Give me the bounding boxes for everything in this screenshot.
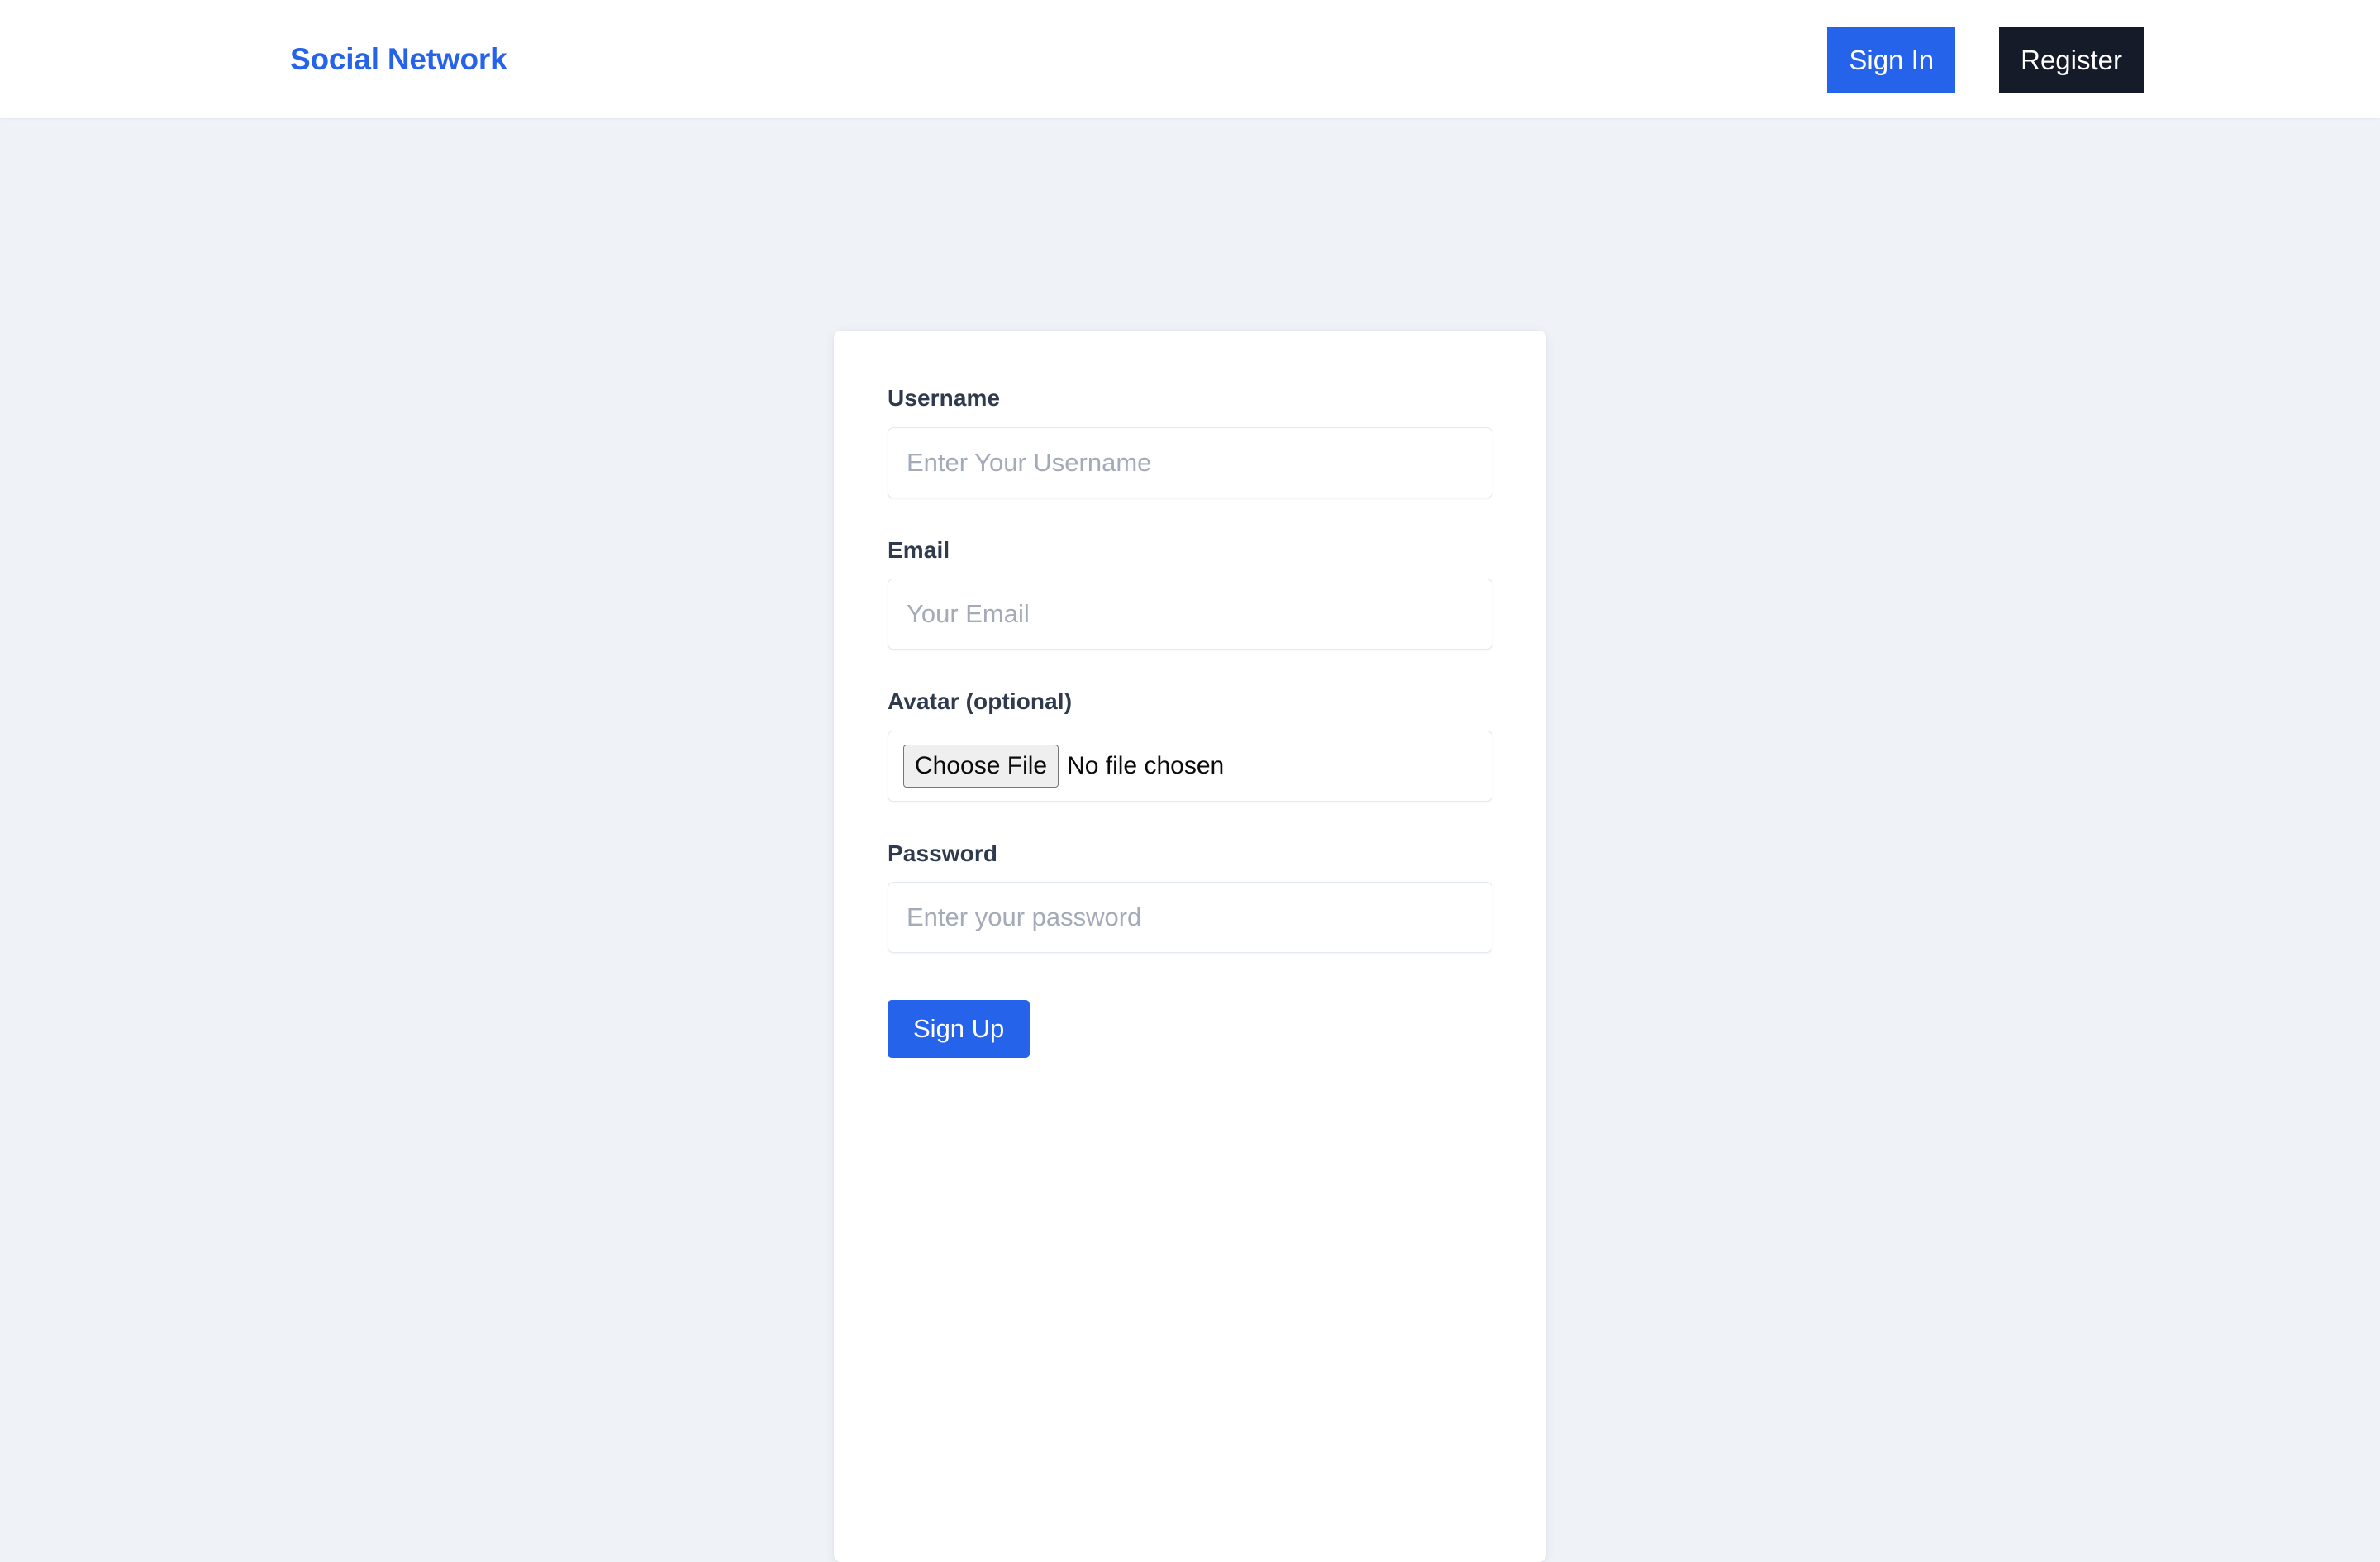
brand-logo-link[interactable]: Social Network bbox=[290, 42, 507, 77]
avatar-file-input[interactable]: Choose File No file chosen bbox=[888, 730, 1492, 802]
page-body: Username Email Avatar (optional) Choose … bbox=[0, 118, 2380, 1562]
field-avatar: Avatar (optional) Choose File No file ch… bbox=[888, 688, 1492, 802]
username-label: Username bbox=[888, 385, 1001, 411]
email-input[interactable] bbox=[888, 579, 1492, 650]
password-label: Password bbox=[888, 840, 998, 866]
field-email: Email bbox=[888, 536, 1492, 650]
register-button[interactable]: Register bbox=[1999, 27, 2144, 93]
username-input[interactable] bbox=[888, 426, 1492, 498]
email-label: Email bbox=[888, 536, 950, 563]
choose-file-button[interactable]: Choose File bbox=[903, 744, 1059, 788]
register-form-card: Username Email Avatar (optional) Choose … bbox=[834, 331, 1546, 1562]
field-password: Password bbox=[888, 840, 1492, 954]
navbar-actions: Sign In Register bbox=[1827, 27, 2144, 93]
register-form: Username Email Avatar (optional) Choose … bbox=[888, 384, 1492, 1059]
sign-up-button[interactable]: Sign Up bbox=[888, 1000, 1031, 1059]
file-chosen-status: No file chosen bbox=[1067, 751, 1225, 779]
field-username: Username bbox=[888, 384, 1492, 498]
password-input[interactable] bbox=[888, 882, 1492, 954]
top-navbar: Social Network Sign In Register bbox=[0, 0, 2380, 118]
sign-in-button[interactable]: Sign In bbox=[1827, 27, 1956, 93]
submit-row: Sign Up bbox=[888, 1000, 1492, 1059]
avatar-label: Avatar (optional) bbox=[888, 688, 1073, 715]
